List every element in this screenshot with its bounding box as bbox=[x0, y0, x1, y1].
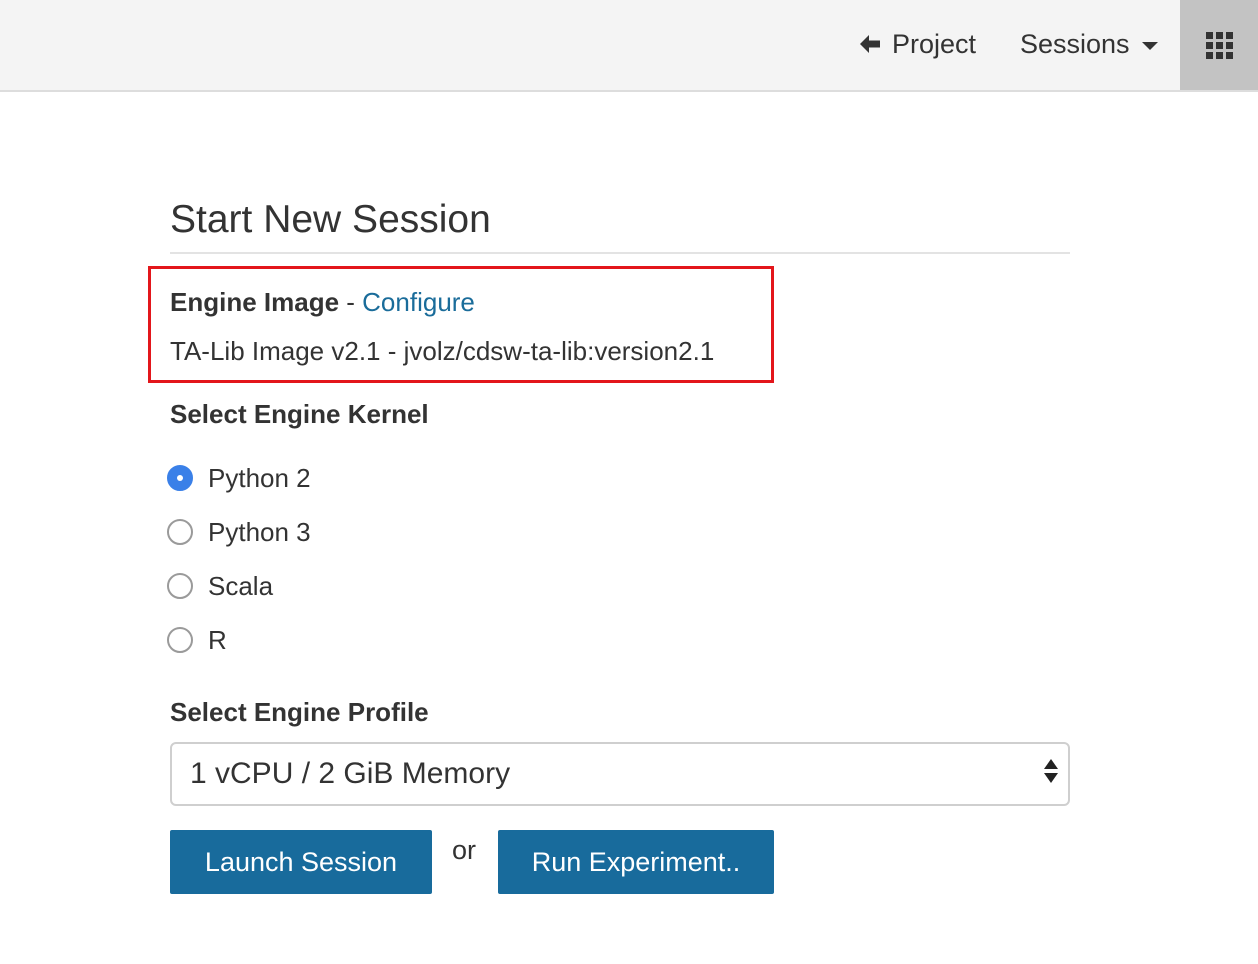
apps-menu-button[interactable] bbox=[1180, 0, 1258, 90]
kernel-option-python2[interactable]: Python 2 bbox=[167, 461, 311, 495]
launch-session-button[interactable]: Launch Session bbox=[170, 830, 432, 894]
select-arrows-icon bbox=[1044, 759, 1058, 783]
engine-image-value: TA-Lib Image v2.1 - jvolz/cdsw-ta-lib:ve… bbox=[170, 336, 715, 366]
kernel-option-label: Python 2 bbox=[208, 462, 311, 493]
radio-button[interactable] bbox=[167, 627, 193, 653]
engine-image-heading: Engine Image bbox=[170, 287, 340, 317]
configure-link[interactable]: Configure bbox=[362, 287, 475, 317]
arrow-left-icon bbox=[860, 35, 880, 53]
radio-button-checked[interactable] bbox=[167, 465, 193, 491]
kernel-option-python3[interactable]: Python 3 bbox=[167, 515, 311, 549]
engine-profile-value: 1 vCPU / 2 GiB Memory bbox=[190, 757, 511, 790]
radio-button[interactable] bbox=[167, 519, 193, 545]
sessions-dropdown[interactable]: Sessions bbox=[1020, 24, 1158, 64]
kernel-option-label: R bbox=[208, 624, 227, 655]
engine-image-separator: - bbox=[339, 287, 363, 317]
run-experiment-button[interactable]: Run Experiment.. bbox=[498, 830, 774, 894]
kernel-heading: Select Engine Kernel bbox=[170, 399, 429, 429]
kernel-option-scala[interactable]: Scala bbox=[167, 569, 273, 603]
or-separator: or bbox=[452, 835, 477, 865]
engine-profile-select[interactable]: 1 vCPU / 2 GiB Memory bbox=[170, 742, 1070, 806]
top-navbar: Project Sessions bbox=[0, 0, 1258, 92]
project-nav-link[interactable]: Project bbox=[858, 24, 976, 64]
grid-icon bbox=[1205, 31, 1233, 59]
kernel-option-r[interactable]: R bbox=[167, 623, 227, 657]
profile-heading: Select Engine Profile bbox=[170, 697, 429, 727]
sessions-nav-label: Sessions bbox=[1020, 28, 1130, 59]
kernel-option-label: Python 3 bbox=[208, 516, 311, 547]
kernel-option-label: Scala bbox=[208, 570, 274, 601]
engine-image-label: Engine Image - Configure bbox=[170, 287, 475, 318]
radio-button[interactable] bbox=[167, 573, 193, 599]
project-nav-label: Project bbox=[892, 28, 977, 59]
title-divider bbox=[170, 252, 1070, 254]
caret-down-icon bbox=[1141, 41, 1158, 50]
page-title: Start New Session bbox=[170, 198, 491, 241]
